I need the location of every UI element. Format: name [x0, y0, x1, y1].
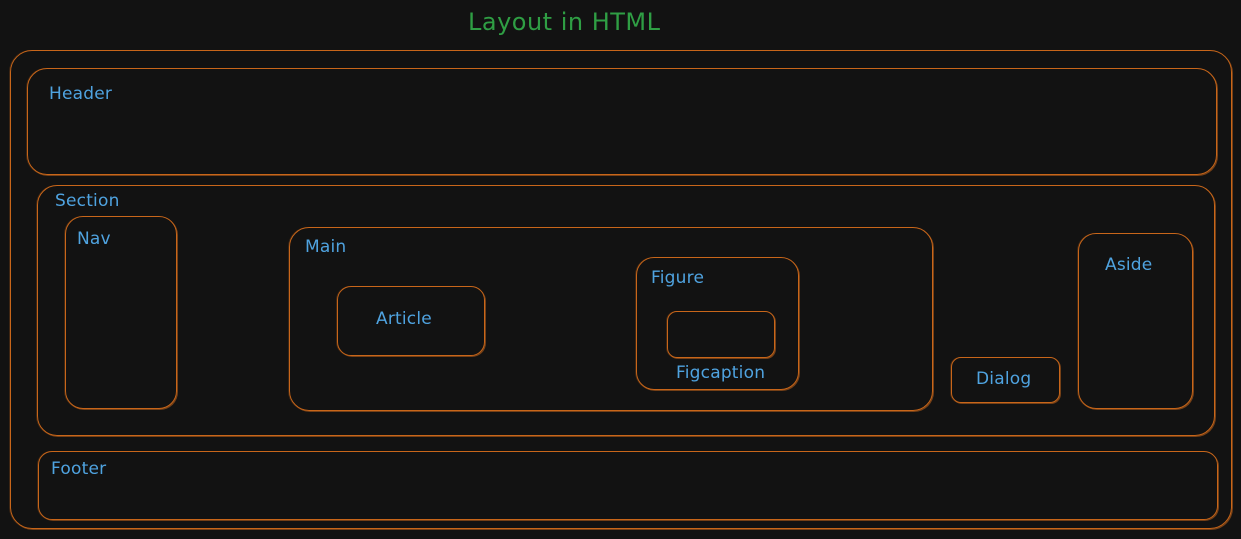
aside-label: Aside: [1105, 255, 1153, 275]
dialog-label: Dialog: [976, 369, 1032, 389]
header-box: [27, 68, 1217, 175]
main-label: Main: [305, 237, 347, 257]
footer-label: Footer: [51, 459, 107, 479]
footer-box: [38, 451, 1218, 520]
figure-image-box: [667, 311, 775, 358]
diagram-title: Layout in HTML: [468, 8, 661, 36]
nav-label: Nav: [77, 229, 111, 249]
figure-label: Figure: [651, 268, 705, 288]
section-label: Section: [55, 191, 120, 211]
figcaption-label: Figcaption: [676, 363, 766, 383]
header-label: Header: [49, 84, 113, 104]
article-label: Article: [376, 309, 432, 329]
